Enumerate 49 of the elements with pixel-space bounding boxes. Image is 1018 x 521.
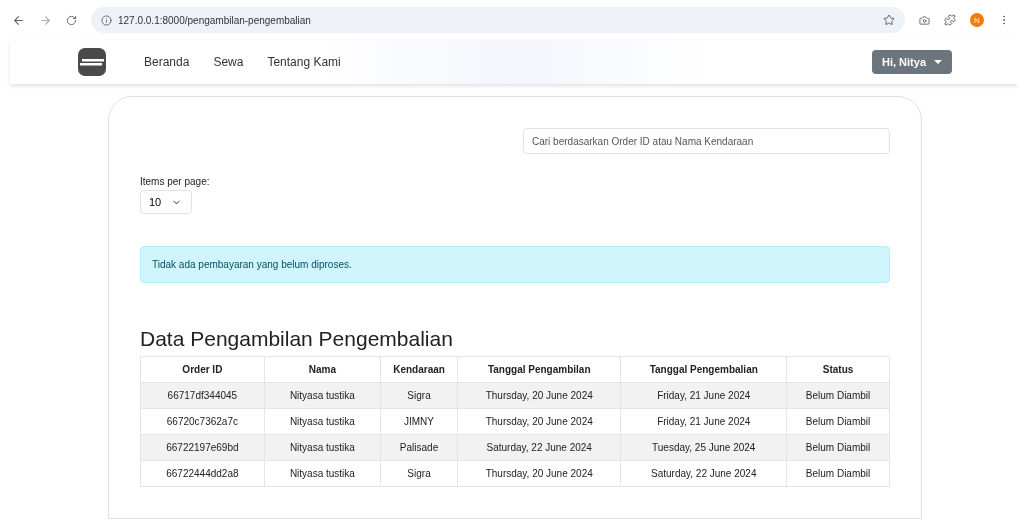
column-header: Tanggal Pengembalian	[620, 356, 787, 383]
nav-link[interactable]: Tentang Kami	[267, 55, 341, 69]
star-icon[interactable]	[883, 14, 895, 26]
column-header: Kendaraan	[380, 356, 458, 383]
table-cell: Palisade	[380, 434, 458, 461]
table-cell: Nityasa tustika	[264, 382, 381, 409]
table-cell: Belum Diambil	[786, 434, 890, 461]
back-icon[interactable]	[12, 13, 25, 27]
column-header: Nama	[264, 356, 381, 383]
table-cell: Saturday, 22 June 2024	[620, 460, 787, 487]
reload-icon[interactable]	[66, 14, 77, 26]
table-cell: Nityasa tustika	[264, 408, 381, 435]
logo-icon[interactable]	[78, 48, 106, 76]
forward-icon[interactable]	[39, 13, 52, 27]
table-cell: 66722197e69bd	[140, 434, 265, 461]
table-cell: 66720c7362a7c	[140, 408, 265, 435]
column-header: Status	[786, 356, 890, 383]
address-bar[interactable]: 127.0.0.1:8000/pengambilan-pengembalian	[91, 7, 905, 33]
nav-link[interactable]: Sewa	[213, 55, 244, 69]
table-cell: Nityasa tustika	[264, 434, 381, 461]
column-header: Order ID	[140, 356, 265, 383]
table-cell: Belum Diambil	[786, 382, 890, 409]
items-per-page-label: Items per page:	[140, 176, 211, 187]
table-cell: Belum Diambil	[786, 460, 890, 487]
url-text: 127.0.0.1:8000/pengambilan-pengembalian	[118, 14, 311, 26]
table-cell: 66722444dd2a8	[140, 460, 265, 487]
info-alert: Tidak ada pembayaran yang belum diproses.	[140, 246, 890, 283]
table-cell: JIMNY	[380, 408, 458, 435]
table-cell: Thursday, 20 June 2024	[457, 382, 621, 409]
table-cell: Belum Diambil	[786, 408, 890, 435]
table-cell: Nityasa tustika	[264, 460, 381, 487]
table-cell: Tuesday, 25 June 2024	[620, 434, 787, 461]
table-cell: 66717df344045	[140, 382, 265, 409]
puzzle-icon[interactable]	[944, 14, 956, 26]
table-cell: Thursday, 20 June 2024	[457, 408, 621, 435]
camera-icon[interactable]	[919, 14, 930, 26]
search-field[interactable]: Cari berdasarkan Order ID atau Nama Kendaraan	[523, 128, 890, 154]
column-header: Tanggal Pengambilan	[457, 356, 621, 383]
table-cell: Sigra	[380, 382, 458, 409]
table-cell: Friday, 21 June 2024	[620, 408, 787, 435]
table-cell: Friday, 21 June 2024	[620, 382, 787, 409]
table-cell: Sigra	[380, 460, 458, 487]
page-heading: Data Pengambilan Pengembalian	[140, 327, 454, 351]
user-menu-button[interactable]: Hi, Nitya	[872, 50, 952, 74]
info-icon	[101, 14, 112, 26]
table-cell: Thursday, 20 June 2024	[457, 460, 621, 487]
table-cell: Saturday, 22 June 2024	[457, 434, 621, 461]
nav-link[interactable]: Beranda	[144, 55, 190, 69]
items-per-page-select[interactable]: 10	[140, 190, 192, 214]
